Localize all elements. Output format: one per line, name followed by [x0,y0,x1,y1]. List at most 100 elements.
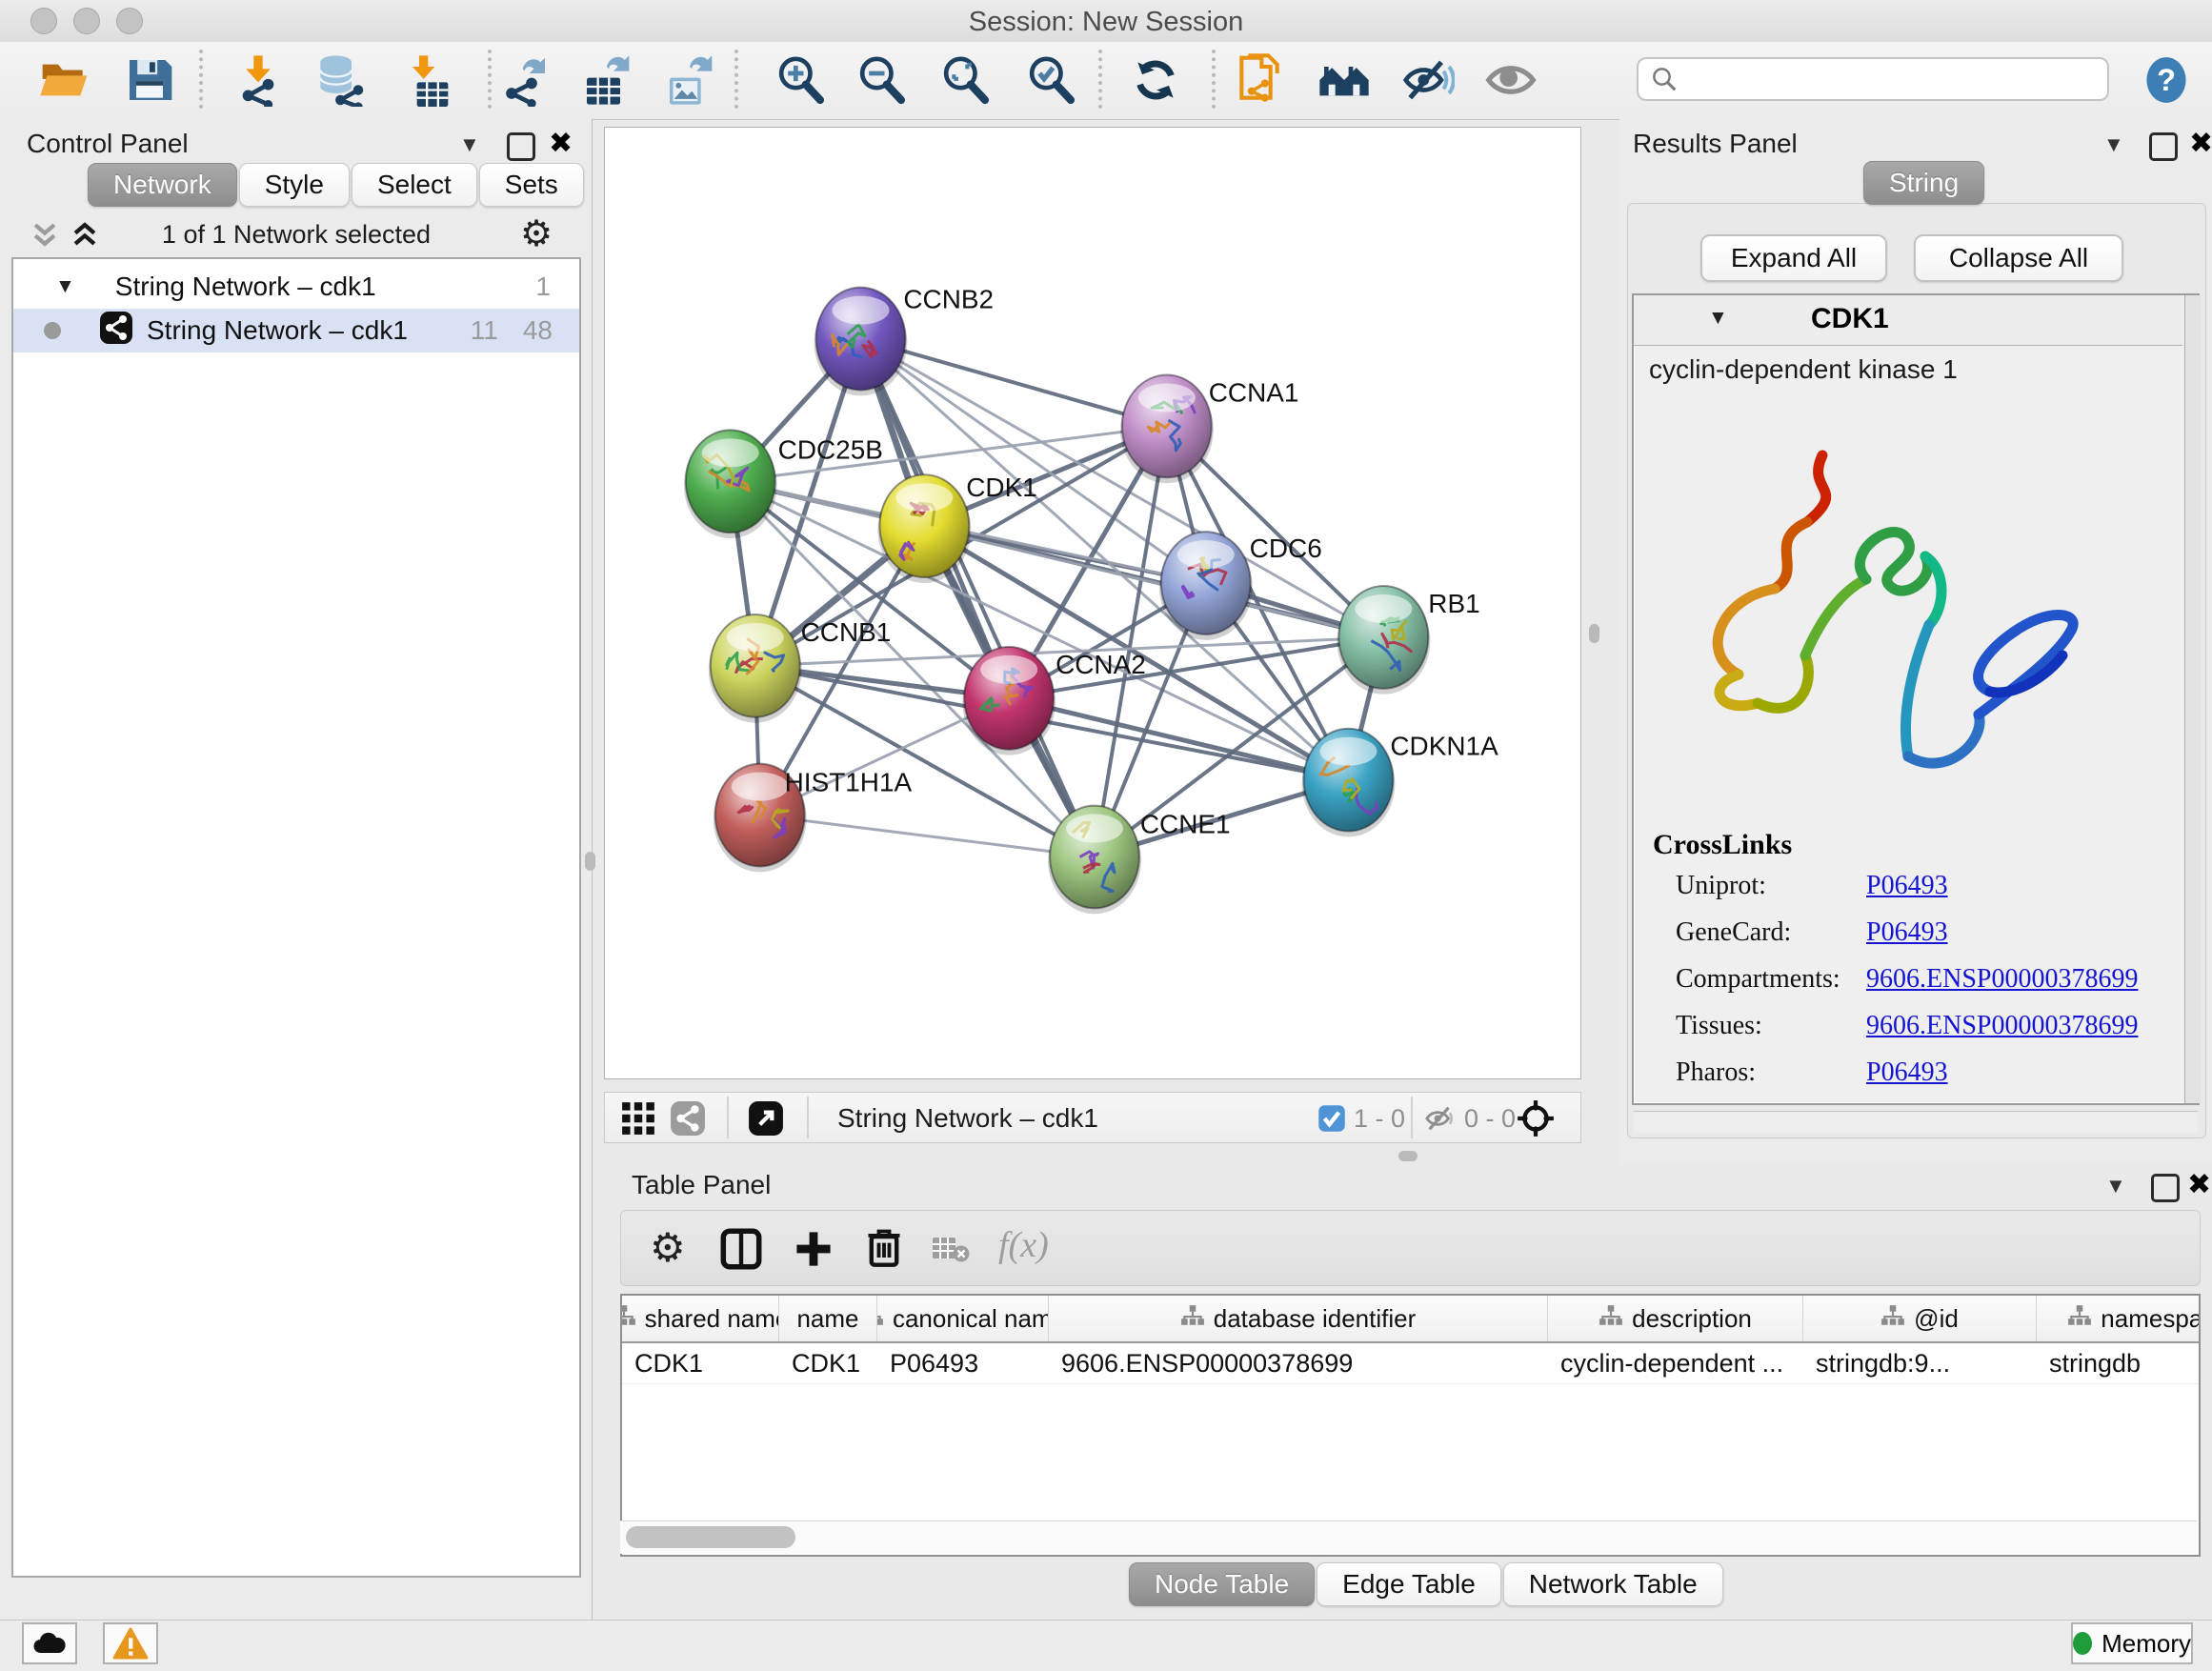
table-horizontal-scrollbar[interactable] [620,1520,2197,1554]
delete-columns-icon[interactable] [863,1226,905,1273]
zoom-fit-icon[interactable] [938,53,992,107]
network-options-gear-icon[interactable]: ⚙ [520,212,553,254]
tab-sets[interactable]: Sets [479,163,584,207]
open-session-icon[interactable] [38,53,91,107]
help-icon[interactable]: ? [2142,55,2191,110]
gene-entry-header[interactable]: ▼ CDK1 [1634,295,2182,346]
crosslink-url[interactable]: P06493 [1866,871,1948,901]
search-field[interactable] [1637,57,2109,101]
panel-menu-icon[interactable]: ▼ [2105,1174,2126,1198]
import-network-file-icon[interactable] [231,53,285,107]
expand-all-button[interactable]: Expand All [1700,234,1887,282]
network-canvas[interactable]: CCNB2CCNA1CDC25BCDK1CDC6RB1CCNB1CCNA2CDK… [604,127,1581,1079]
tab-select[interactable]: Select [352,163,477,207]
network-node-CCNA2[interactable] [962,647,1056,755]
splitter-handle[interactable] [1398,1151,1418,1161]
network-row[interactable]: String Network – cdk1 11 48 [13,309,579,352]
disclosure-triangle-icon[interactable]: ▼ [1708,307,1728,330]
splitter-handle[interactable] [1589,624,1599,643]
scrollbar-thumb[interactable] [626,1526,795,1548]
column-header-namespace[interactable]: namespace [2037,1296,2201,1341]
refresh-view-icon[interactable] [1129,53,1182,107]
crosslink-label: Uniprot: [1676,871,1866,901]
network-collection-row[interactable]: ▼ String Network – cdk1 1 [13,265,579,309]
svg-text:?: ? [2157,63,2176,97]
table-row[interactable]: CDK1CDK1P064939606.ENSP00000378699cyclin… [622,1343,2201,1384]
network-node-CDK1[interactable] [877,474,971,583]
panel-float-icon[interactable] [507,132,535,161]
warning-status-icon[interactable] [103,1622,158,1664]
import-table-file-icon[interactable] [399,53,452,107]
panel-float-icon[interactable] [2151,1174,2180,1202]
export-image-icon[interactable] [663,53,716,107]
column-header-canonical-name[interactable]: canonical name [877,1296,1049,1341]
table-cell[interactable]: CDK1 [622,1343,779,1383]
tab-network[interactable]: Network [88,163,237,207]
zoom-in-icon[interactable] [774,53,827,107]
network-share-icon[interactable] [670,1100,706,1141]
network-node-CCNB2[interactable] [814,288,908,396]
search-input[interactable] [1679,64,2082,95]
duplicate-network-icon[interactable] [1233,53,1286,107]
splitter-handle[interactable] [585,852,595,871]
table-cell[interactable]: P06493 [877,1343,1049,1383]
show-hide-columns-icon[interactable] [720,1228,762,1275]
network-node-CCNB1[interactable] [709,614,802,723]
network-edge[interactable] [860,339,1166,427]
panel-menu-icon[interactable]: ▼ [2103,132,2124,157]
memory-button[interactable]: Memory [2071,1622,2193,1664]
zoom-selected-icon[interactable] [1024,53,1077,107]
table-cell[interactable]: stringdb [2037,1343,2201,1383]
tab-node-table[interactable]: Node Table [1129,1562,1315,1606]
create-column-icon[interactable] [793,1228,835,1275]
network-node-CDKN1A[interactable] [1302,729,1396,837]
selected-checkbox-icon[interactable] [1317,1104,1346,1137]
results-panel-title: Results Panel [1633,129,1798,159]
network-node-CCNE1[interactable] [1048,806,1141,915]
panel-close-icon[interactable]: ✖ [549,127,573,160]
network-node-CDC6[interactable] [1159,532,1253,640]
results-horizontal-scrollbar[interactable] [1634,1111,2198,1133]
crosslink-url[interactable]: 9606.ENSP00000378699 [1866,964,2138,995]
crosslink-url[interactable]: P06493 [1866,917,1948,948]
collapse-all-button[interactable]: Collapse All [1914,234,2123,282]
panel-close-icon[interactable]: ✖ [2187,1168,2211,1201]
column-header-name[interactable]: name [779,1296,877,1341]
crosslink-url[interactable]: P06493 [1866,1057,1948,1088]
network-node-RB1[interactable] [1337,586,1430,695]
first-neighbors-icon[interactable] [1317,53,1371,107]
disclosure-triangle-icon[interactable]: ▼ [55,275,75,298]
results-vertical-scrollbar[interactable] [2184,295,2201,1103]
save-session-icon[interactable] [123,53,176,107]
network-edge[interactable] [760,815,1095,857]
column-header-database-identifier[interactable]: database identifier [1049,1296,1548,1341]
column-header--id[interactable]: @id [1803,1296,2037,1341]
table-options-gear-icon[interactable]: ⚙ [650,1224,686,1271]
table-cell[interactable]: stringdb:9... [1803,1343,2037,1383]
cloud-status-icon[interactable] [22,1622,77,1664]
tab-string[interactable]: String [1863,161,1984,205]
grid-view-icon[interactable] [620,1100,656,1141]
hide-selected-eye-icon[interactable] [1401,53,1455,107]
column-header-shared-name[interactable]: shared name [622,1296,779,1341]
tab-edge-table[interactable]: Edge Table [1317,1562,1501,1606]
zoom-out-icon[interactable] [855,53,908,107]
table-cell[interactable]: CDK1 [779,1343,877,1383]
show-all-eye-icon[interactable] [1484,53,1538,107]
panel-float-icon[interactable] [2149,132,2178,161]
panel-close-icon[interactable]: ✖ [2189,127,2212,160]
birds-eye-view-icon[interactable] [1516,1098,1556,1143]
tab-network-table[interactable]: Network Table [1503,1562,1723,1606]
column-header-description[interactable]: description [1548,1296,1803,1341]
export-network-icon[interactable] [498,53,552,107]
export-table-icon[interactable] [580,53,633,107]
export-view-icon[interactable] [748,1100,784,1141]
panel-menu-icon[interactable]: ▼ [459,132,480,157]
network-node-CCNA1[interactable] [1120,374,1214,483]
network-node-CDC25B[interactable] [684,430,777,538]
import-network-database-icon[interactable] [312,53,365,107]
crosslink-url[interactable]: 9606.ENSP00000378699 [1866,1011,2138,1041]
table-cell[interactable]: cyclin-dependent ... [1548,1343,1803,1383]
tab-style[interactable]: Style [239,163,350,207]
table-cell[interactable]: 9606.ENSP00000378699 [1049,1343,1548,1383]
